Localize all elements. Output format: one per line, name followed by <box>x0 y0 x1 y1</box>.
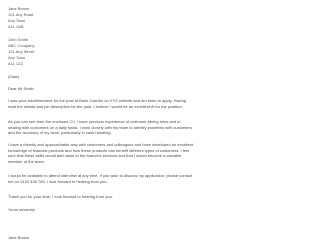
sender-address-line-1: 101 Any Road <box>8 12 34 17</box>
recipient-address-line-1: 101 Any Street <box>8 49 35 54</box>
body-paragraph-5: Thank you for your time, I look forward … <box>8 194 113 199</box>
sender-name: Jane Brown <box>8 6 30 11</box>
recipient-company: ABC Company <box>8 43 35 48</box>
recipient-name: John Smith <box>8 37 29 42</box>
body-paragraph-4: I would be available to attend interview… <box>8 173 193 184</box>
sender-address-line-2: Any Town <box>8 18 26 23</box>
body-paragraph-2: As you can see from the enclosed CV, I h… <box>8 119 192 136</box>
salutation: Dear Mr Smith <box>8 86 34 91</box>
signature-name: Jane Brown <box>8 235 30 240</box>
closing: Yours sincerely <box>8 207 35 212</box>
body-paragraph-1: I saw your advertisement for the post of… <box>8 98 187 109</box>
cover-letter-document: Jane Brown 101 Any Road Any Town A11 1AB… <box>0 0 201 251</box>
sender-postcode: A11 1AB <box>8 24 24 29</box>
recipient-address-line-2: Any Town <box>8 55 26 60</box>
body-paragraph-3: I have a friendly and approachable way w… <box>8 142 194 164</box>
letter-date: (Date) <box>8 74 20 79</box>
recipient-postcode: A11 1ZZ <box>8 61 24 66</box>
